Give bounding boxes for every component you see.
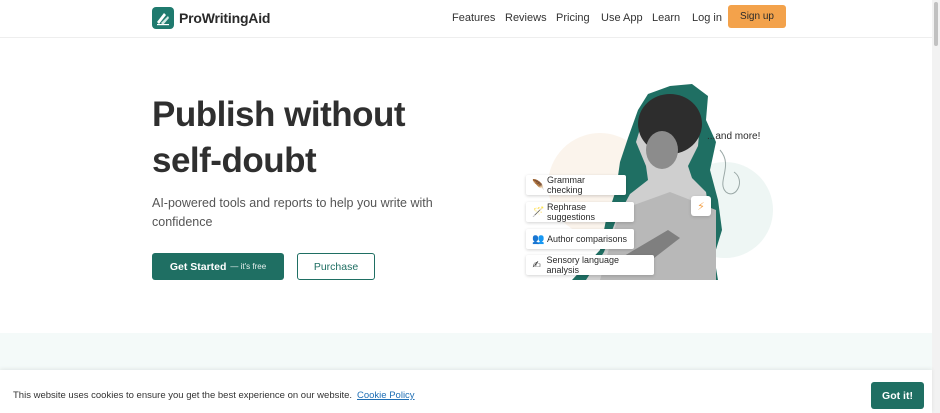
feature-chip-sensory: ✍ Sensory language analysis — [526, 255, 654, 275]
logo[interactable]: ProWritingAid — [152, 7, 270, 29]
scrollbar-thumb[interactable] — [934, 2, 938, 46]
wand-icon: 🪄 — [532, 206, 545, 218]
page-scrollbar[interactable] — [932, 0, 940, 413]
cookie-policy-link[interactable]: Cookie Policy — [357, 390, 415, 401]
cookie-accept-button[interactable]: Got it! — [871, 382, 924, 409]
feature-chip-label: Grammar checking — [547, 175, 585, 195]
feature-chip-label: Sensory language analysis — [546, 255, 619, 275]
feature-chip-label: Author comparisons — [547, 234, 628, 244]
hero-subtitle: AI-powered tools and reports to help you… — [152, 196, 433, 229]
feature-chip-author: 👥 Author comparisons — [526, 229, 634, 249]
hero-title: Publish without self-doubt — [152, 95, 406, 180]
quill-icon: 🪶 — [532, 179, 545, 191]
people-icon: 👥 — [532, 233, 545, 245]
signup-button[interactable]: Sign up — [728, 5, 786, 28]
cookie-banner: This website uses cookies to ensure you … — [0, 370, 932, 413]
get-started-label: Get Started — [169, 260, 227, 273]
person-face — [646, 131, 678, 169]
nav-use-app[interactable]: Use App — [601, 12, 643, 24]
nav-pricing[interactable]: Pricing — [556, 12, 590, 24]
site-header: ProWritingAid Features Reviews Pricing U… — [0, 0, 940, 38]
and-more-label: ...and more! — [707, 131, 761, 142]
logo-text: ProWritingAid — [179, 10, 271, 26]
nav-learn[interactable]: Learn — [652, 12, 680, 24]
nav-features[interactable]: Features — [452, 12, 495, 24]
feature-chip-label: Rephrase suggestions — [547, 202, 596, 222]
bolt-icon: ⚡ — [691, 196, 711, 216]
feature-chip-rephrase: 🪄 Rephrase suggestions — [526, 202, 634, 222]
get-started-note: — it's free — [230, 262, 267, 271]
get-started-button[interactable]: Get Started — it's free — [152, 253, 284, 280]
nav-login[interactable]: Log in — [692, 12, 722, 24]
logo-icon — [152, 7, 174, 29]
feature-chip-grammar: 🪶 Grammar checking — [526, 175, 626, 195]
sparkles-icon: ✍ — [532, 259, 541, 271]
purchase-button[interactable]: Purchase — [297, 253, 375, 280]
cookie-text: This website uses cookies to ensure you … — [13, 390, 353, 401]
nav-reviews[interactable]: Reviews — [505, 12, 547, 24]
